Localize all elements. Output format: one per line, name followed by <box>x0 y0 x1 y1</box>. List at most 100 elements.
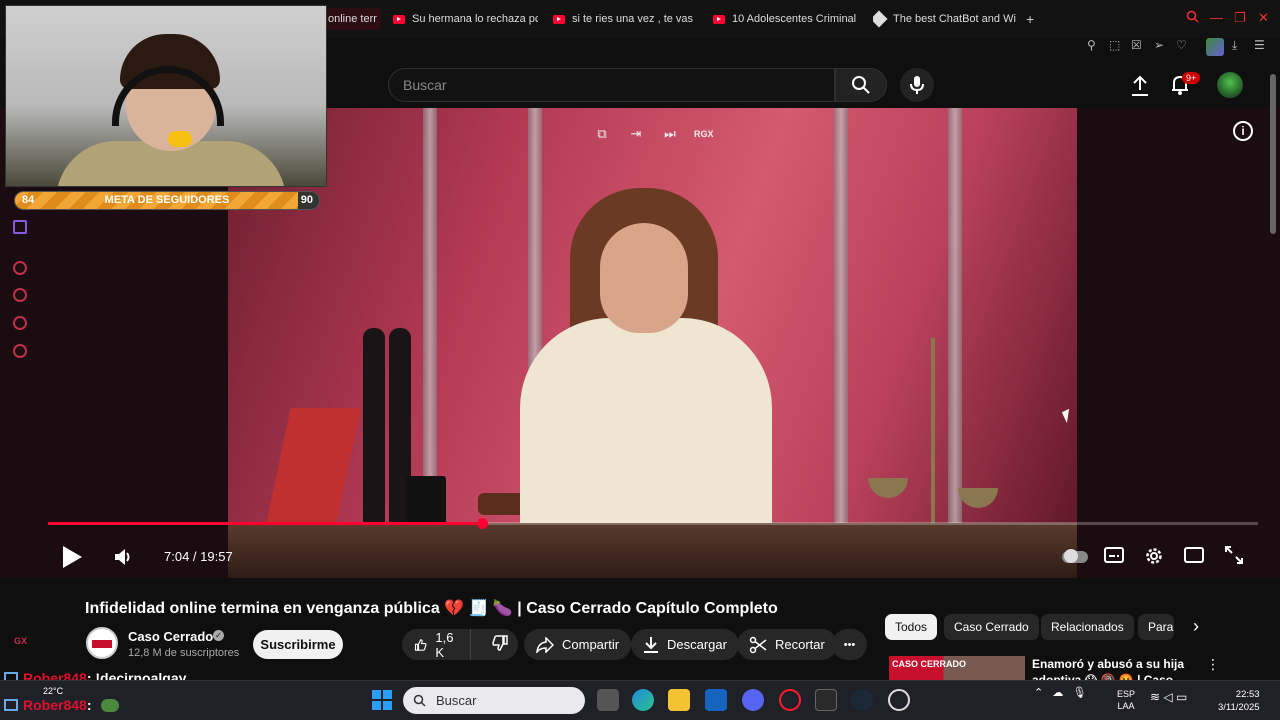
discord-icon[interactable] <box>742 689 764 711</box>
share-button[interactable]: Compartir <box>524 629 632 660</box>
subscribe-button[interactable]: Suscribirme <box>253 630 343 659</box>
red-stand <box>265 408 361 528</box>
heart-icon[interactable]: ♡ <box>1176 38 1187 52</box>
enter-icon[interactable]: ⇥ <box>626 124 646 144</box>
minimize-button[interactable]: — <box>1210 10 1223 25</box>
chip-relacionados[interactable]: Relacionados <box>1041 614 1134 640</box>
browser-tab[interactable]: Su hermana lo rechaza pc <box>393 8 538 30</box>
info-icon[interactable]: i <box>1233 121 1253 141</box>
download-label: Descargar <box>667 637 727 652</box>
snapshot-icon[interactable]: ⬚ <box>1109 38 1120 52</box>
subtitles-button[interactable] <box>1104 546 1124 569</box>
notifications-badge: 9+ <box>1182 72 1201 84</box>
edge-icon[interactable] <box>632 689 654 711</box>
windows-start-icon[interactable] <box>372 690 392 710</box>
gx-badge: GX <box>14 636 28 646</box>
file-explorer-icon[interactable] <box>668 689 690 711</box>
new-tab-button[interactable]: + <box>1026 8 1042 30</box>
opera-gx-icon[interactable] <box>779 689 801 711</box>
chip-label: Todos <box>895 620 928 634</box>
browser-tab[interactable]: The best ChatBot and Wic <box>873 8 1016 30</box>
menu-icon[interactable]: ☰ <box>1254 38 1265 52</box>
chevron-right-icon[interactable]: › <box>1193 616 1199 637</box>
account-avatar[interactable] <box>1217 72 1243 98</box>
browser-tab[interactable]: si te ries una vez , te vas <box>553 8 693 30</box>
download-button[interactable]: Descargar <box>631 629 739 660</box>
play-button[interactable] <box>60 544 84 575</box>
search-button[interactable] <box>835 68 887 102</box>
app-icon[interactable] <box>705 689 727 711</box>
clip-button[interactable]: Recortar <box>737 629 837 660</box>
extensions-icon[interactable] <box>13 316 27 330</box>
goal-label: META DE SEGUIDORES <box>104 194 230 206</box>
time-display: 7:04 / 19:57 <box>164 549 233 564</box>
microphone-icon <box>910 76 924 94</box>
gear-icon <box>1146 548 1162 564</box>
more-vert-icon[interactable]: ⋮ <box>1206 656 1220 673</box>
download-icon[interactable]: ⤓ <box>1232 38 1237 53</box>
webcam-overlay <box>5 5 327 187</box>
epic-games-icon[interactable] <box>815 689 837 711</box>
dislike-button[interactable] <box>479 634 521 655</box>
settings-sidebar-icon[interactable] <box>13 344 27 358</box>
weather-temperature[interactable]: 22°C <box>43 686 63 696</box>
close-box-icon[interactable]: ☒ <box>1131 38 1142 52</box>
page-scrollbar[interactable] <box>1270 66 1276 681</box>
recommendation-title[interactable]: Enamoró y abusó a su hija adoptiva 😱 🔞 🤬… <box>1032 656 1192 680</box>
more-actions-button[interactable]: ••• <box>832 629 867 660</box>
pin-icon[interactable]: ⚲ <box>1087 38 1096 52</box>
youtube-icon <box>553 14 565 24</box>
follower-goal-bar: 84 META DE SEGUIDORES 90 <box>14 191 320 210</box>
channel-avatar[interactable] <box>86 627 118 659</box>
twitch-icon[interactable] <box>13 220 27 234</box>
volume-button[interactable] <box>113 546 133 573</box>
chip-todos[interactable]: Todos <box>885 614 938 640</box>
wifi-volume-battery-icons[interactable]: ≋ ◁ ▭ <box>1150 690 1187 704</box>
rgx-badge[interactable]: RGX <box>694 129 714 139</box>
browser-tab[interactable]: 10 Adolescentes Criminal <box>713 8 856 30</box>
scrollbar-thumb[interactable] <box>1270 74 1276 234</box>
popout-icon[interactable]: ⧉ <box>592 124 612 144</box>
progress-bar[interactable] <box>48 518 1258 529</box>
autoplay-toggle[interactable] <box>1062 549 1088 563</box>
tab-label: Su hermana lo rechaza pc <box>412 13 538 25</box>
browser-tab-active[interactable]: online terr <box>326 8 381 30</box>
theater-mode-button[interactable] <box>1184 546 1204 569</box>
skip-icon[interactable]: ⏭ <box>660 124 680 144</box>
judge-face <box>600 223 688 333</box>
theater-icon <box>1184 547 1204 563</box>
settings-button[interactable] <box>1144 546 1164 571</box>
close-window-button[interactable]: ✕ <box>1258 10 1269 26</box>
tab-label: The best ChatBot and Wic <box>893 13 1016 25</box>
steam-icon[interactable] <box>851 689 873 711</box>
app-icon[interactable] <box>888 689 910 711</box>
thumbs-down-icon <box>492 635 508 651</box>
search-icon <box>413 694 426 707</box>
language-indicator[interactable]: ESP LAA <box>1117 688 1135 712</box>
like-count: 1,6 K <box>435 629 454 660</box>
send-icon[interactable]: ➢ <box>1154 38 1164 52</box>
channel-name[interactable]: Caso Cerrado <box>128 629 213 644</box>
recommendation-thumbnail[interactable]: CASO CERRADO <box>889 656 1025 680</box>
search-input[interactable]: Buscar <box>388 68 835 102</box>
restore-button[interactable]: ❐ <box>1234 10 1246 26</box>
create-upload-icon[interactable] <box>1130 75 1150 102</box>
player-icon[interactable] <box>13 261 27 275</box>
taskbar-search[interactable]: Buscar <box>403 687 585 714</box>
share-icon <box>536 636 554 653</box>
voice-search-button[interactable] <box>900 68 934 102</box>
statue-figures <box>363 328 385 528</box>
task-view-icon[interactable] <box>597 689 619 711</box>
search-tabs-icon[interactable] <box>1186 10 1199 26</box>
taskbar-clock[interactable]: 22:53 3/11/2025 <box>1218 688 1260 714</box>
system-tray[interactable]: ⌃ ☁ 🎙 <box>1034 686 1087 699</box>
taskbar-search-label: Buscar <box>436 693 477 708</box>
history-icon[interactable] <box>13 288 27 302</box>
fullscreen-button[interactable] <box>1225 546 1243 569</box>
chat-message: Rober848: <box>4 697 120 713</box>
chip-para[interactable]: Para <box>1138 614 1174 640</box>
like-button[interactable]: 1,6 K <box>402 629 472 660</box>
browser-profile-avatar[interactable] <box>1206 38 1224 56</box>
chatbot-icon <box>873 10 888 28</box>
chip-caso-cerrado[interactable]: Caso Cerrado <box>944 614 1039 640</box>
